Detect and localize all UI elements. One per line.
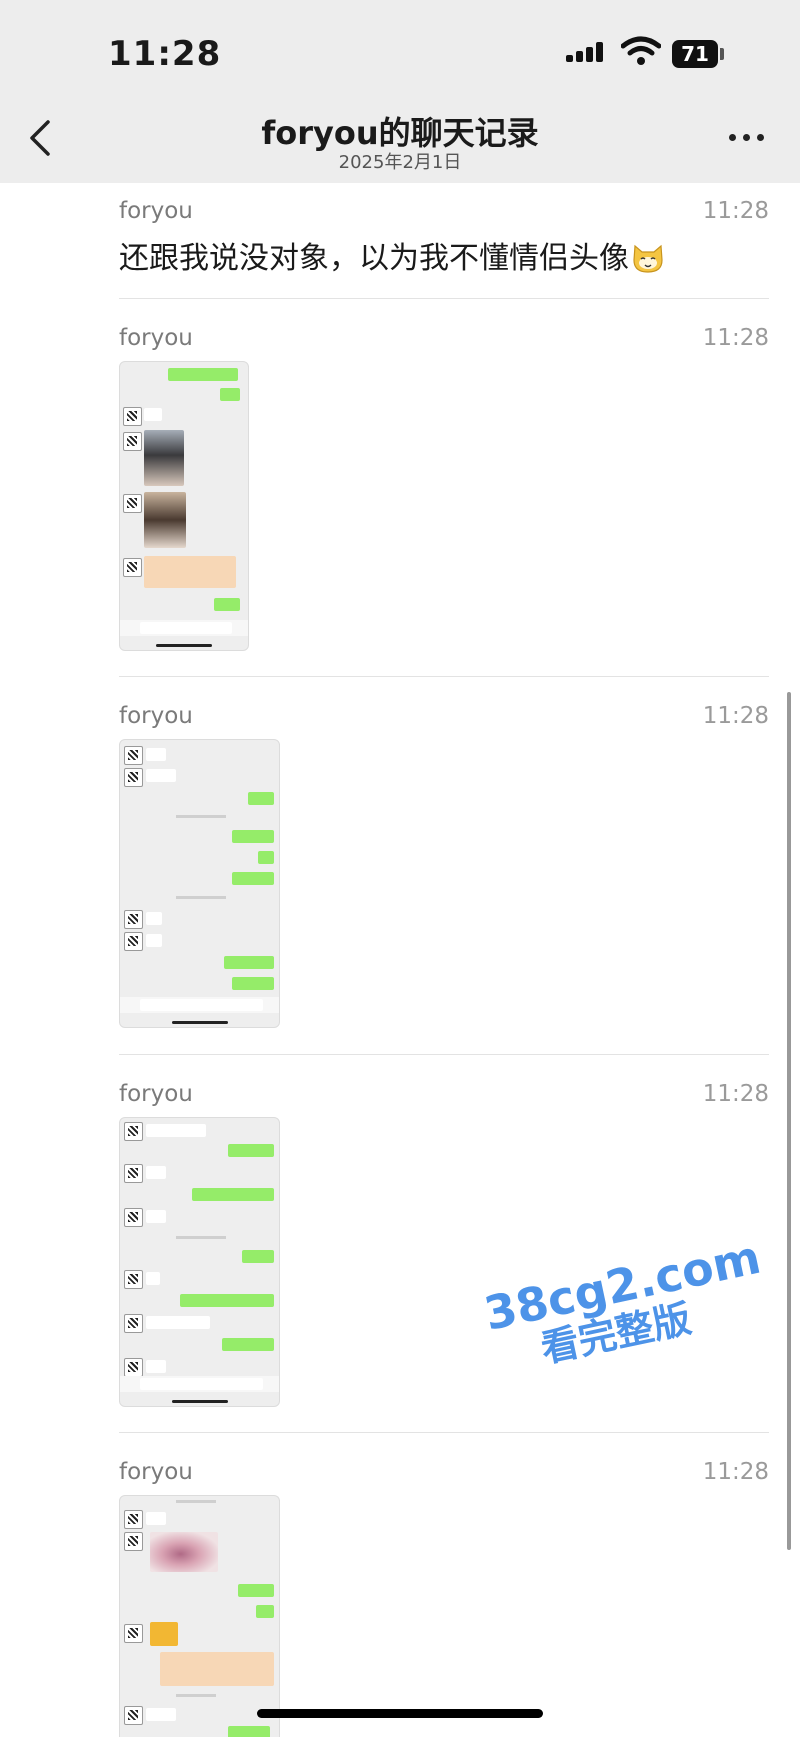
status-time: 11:28 <box>108 34 222 74</box>
more-dots-icon[interactable] <box>725 128 769 148</box>
message-sender: foryou <box>119 1459 193 1485</box>
cellular-signal-icon <box>566 42 610 62</box>
wifi-icon <box>621 36 661 65</box>
message-divider <box>119 1432 769 1433</box>
message-sender: foryou <box>119 703 193 729</box>
message-item[interactable]: foryou 11:28 <box>119 325 769 355</box>
message-time: 11:28 <box>702 325 769 351</box>
message-item[interactable]: foryou 11:28 <box>119 1459 769 1489</box>
message-item[interactable]: foryou 11:28 <box>119 1081 769 1111</box>
message-item[interactable]: foryou 11:28 还跟我说没对象，以为我不懂情侣头像 <box>119 198 769 288</box>
battery-tip <box>720 48 724 60</box>
chat-screenshot-image[interactable] <box>119 361 249 651</box>
top-bar: 11:28 71 foryou的聊天记录 2025年2月1日 <box>0 0 800 183</box>
message-text-content: 还跟我说没对象，以为我不懂情侣头像 <box>119 241 629 276</box>
chat-screenshot-image[interactable] <box>119 739 280 1028</box>
chat-screenshot-image[interactable] <box>119 1117 280 1407</box>
home-indicator[interactable] <box>257 1709 543 1718</box>
message-time: 11:28 <box>702 1081 769 1107</box>
battery-indicator: 71 <box>672 40 718 68</box>
message-divider <box>119 676 769 677</box>
page-subtitle-date: 2025年2月1日 <box>338 152 462 173</box>
message-divider <box>119 298 769 299</box>
message-time: 11:28 <box>702 198 769 224</box>
cat-face-emoji-icon <box>633 244 663 273</box>
message-time: 11:28 <box>702 1459 769 1485</box>
message-divider <box>119 1054 769 1055</box>
message-sender: foryou <box>119 325 193 351</box>
chat-screenshot-image[interactable] <box>119 1495 280 1737</box>
back-chevron-icon[interactable] <box>26 118 54 158</box>
message-item[interactable]: foryou 11:28 <box>119 703 769 733</box>
message-time: 11:28 <box>702 703 769 729</box>
watermark: 38cg2.com 看完整版 <box>480 1230 773 1380</box>
scrollbar[interactable] <box>787 692 791 1550</box>
message-sender: foryou <box>119 198 193 224</box>
message-sender: foryou <box>119 1081 193 1107</box>
message-text: 还跟我说没对象，以为我不懂情侣头像 <box>119 233 665 277</box>
